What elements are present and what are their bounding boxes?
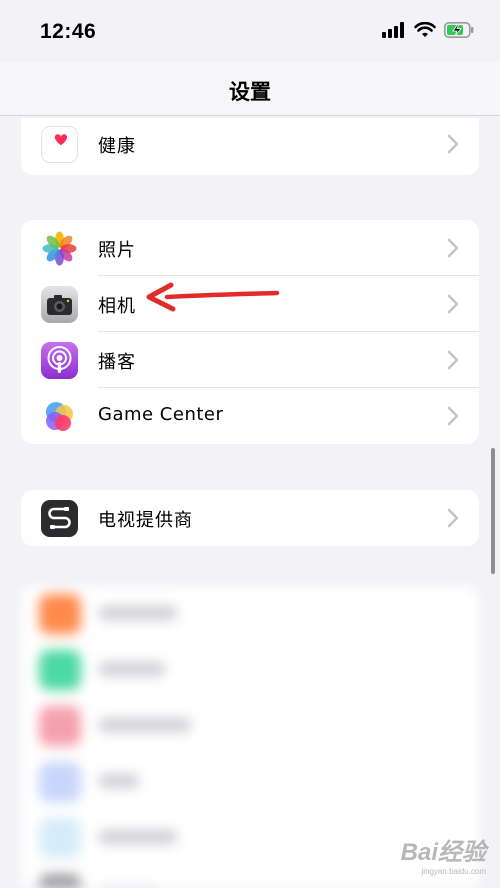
- settings-row-label: 播客: [98, 352, 136, 373]
- settings-row-label: Game Center: [98, 404, 224, 425]
- blurred-row: [21, 754, 479, 810]
- settings-group-health: 健康: [21, 118, 479, 175]
- game-center-icon: [41, 398, 78, 435]
- settings-row-podcasts[interactable]: 播客: [21, 332, 479, 388]
- photos-icon: [41, 230, 78, 267]
- settings-row-tv-provider[interactable]: 电视提供商: [21, 490, 479, 546]
- status-bar: 12:46: [0, 0, 500, 62]
- annotation-arrow: [146, 282, 280, 312]
- settings-row-photos[interactable]: 照片: [21, 220, 479, 276]
- settings-group-tv-provider: 电视提供商: [21, 490, 479, 546]
- settings-row-health[interactable]: 健康: [21, 118, 479, 172]
- settings-row-label: 电视提供商: [98, 510, 193, 531]
- blurred-row: [21, 642, 479, 698]
- settings-row-game-center[interactable]: Game Center: [21, 388, 479, 444]
- watermark-subtext: jingyan.baidu.com: [421, 867, 486, 876]
- chevron-right-icon: [447, 406, 459, 426]
- baidu-watermark: Bai经验 jingyan.baidu.com: [401, 832, 486, 876]
- settings-row-label: 相机: [98, 296, 136, 317]
- settings-row-label: 健康: [98, 136, 136, 157]
- chevron-right-icon: [447, 294, 459, 314]
- tv-provider-icon: [41, 500, 78, 537]
- podcasts-icon: [41, 342, 78, 379]
- blurred-row: [21, 698, 479, 754]
- settings-group-media: 照片 相机 播客 Game Center: [21, 220, 479, 444]
- camera-icon: [41, 286, 78, 323]
- navigation-bar: 设置: [0, 62, 500, 116]
- health-icon: [41, 126, 78, 163]
- chevron-right-icon: [447, 134, 459, 154]
- status-icons: [382, 22, 474, 38]
- page-title: 设置: [229, 80, 271, 104]
- scroll-indicator[interactable]: [491, 448, 495, 574]
- cellular-signal-icon: [382, 22, 404, 38]
- chevron-right-icon: [447, 350, 459, 370]
- chevron-right-icon: [447, 508, 459, 528]
- status-time: 12:46: [40, 20, 97, 43]
- chevron-right-icon: [447, 238, 459, 258]
- battery-charging-icon: [444, 22, 474, 38]
- settings-row-label: 照片: [98, 240, 136, 261]
- wifi-icon: [414, 22, 436, 37]
- blurred-row: [21, 586, 479, 642]
- watermark-text: Bai经验: [400, 839, 486, 866]
